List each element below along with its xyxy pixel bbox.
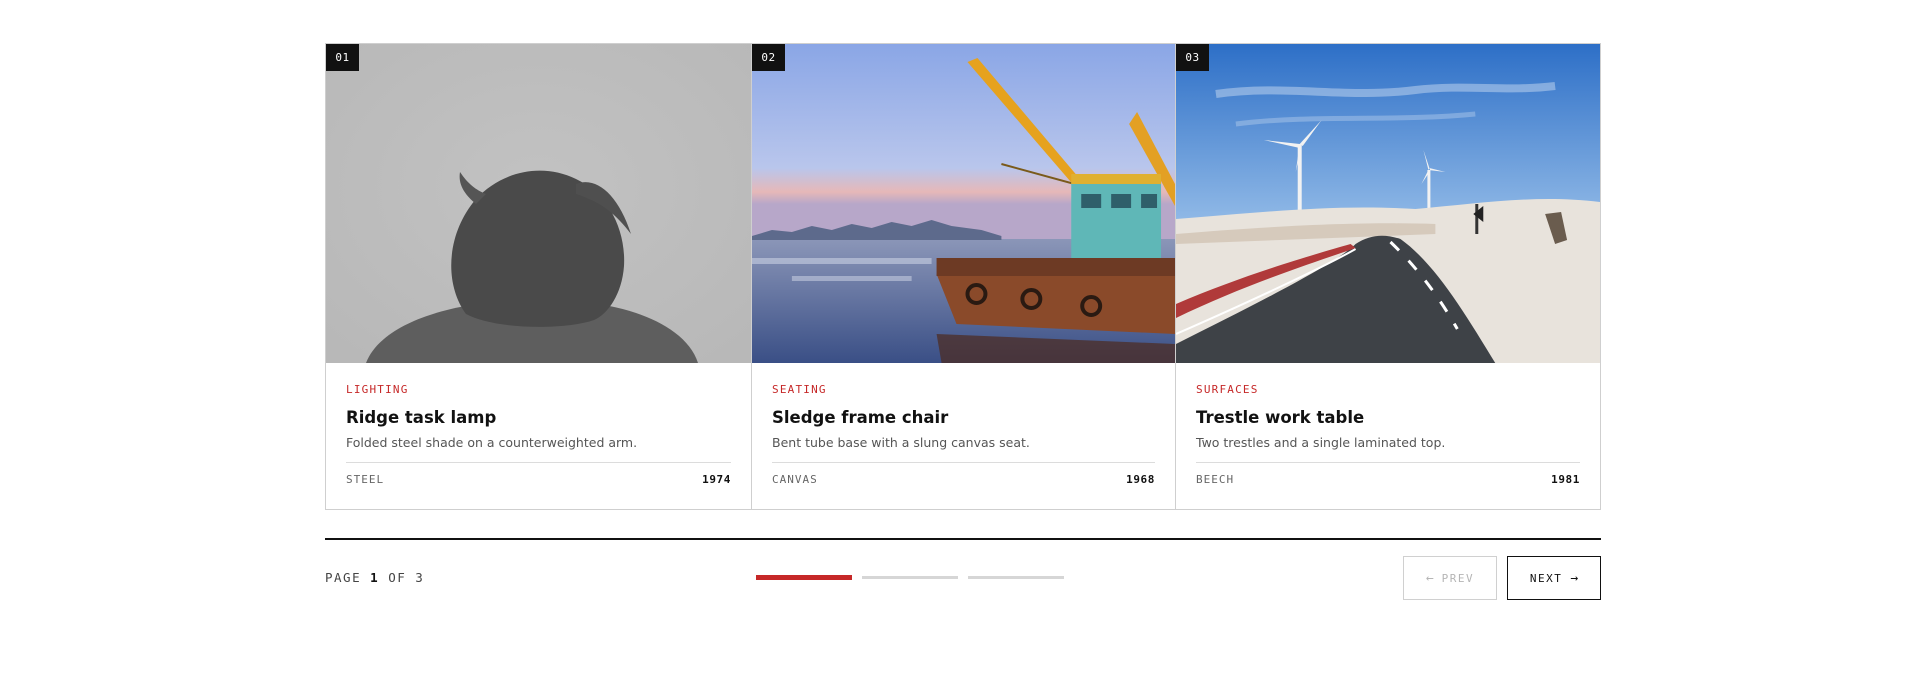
portrait-photo [326, 44, 751, 363]
page-indicator: PAGE 1 OF 3 [325, 556, 424, 600]
windmill-road-photo [1176, 44, 1600, 363]
page-progress-bars [756, 575, 1064, 580]
card-image-harbor: 02 [752, 44, 1175, 363]
card-material: BEECH [1196, 473, 1235, 486]
card-meta: CANVAS 1968 [772, 462, 1155, 486]
card-year: 1968 [1126, 473, 1155, 486]
total-pages: 3 [415, 570, 425, 585]
harbor-crane-photo [752, 44, 1175, 363]
card-body: LIGHTING Ridge task lamp Folded steel sh… [326, 383, 751, 486]
card-year: 1974 [702, 473, 731, 486]
card-grid: 01 LIGHTING Ridge task lamp Folded steel… [325, 43, 1601, 510]
card-title: Ridge task lamp [346, 408, 497, 427]
card-material: CANVAS [772, 473, 818, 486]
product-card[interactable]: 03 SURFACES Trestle work table Two trest… [1175, 44, 1600, 509]
page-label: PAGE [325, 570, 362, 585]
card-meta: BEECH 1981 [1196, 462, 1580, 486]
card-category: SURFACES [1196, 383, 1259, 396]
pagination: PAGE 1 OF 3 ← PREV NEXT → [325, 556, 1601, 600]
prev-button[interactable]: ← PREV [1403, 556, 1497, 600]
product-card[interactable]: 01 LIGHTING Ridge task lamp Folded steel… [326, 44, 751, 509]
page-bar-2[interactable] [862, 576, 958, 579]
next-label: NEXT [1529, 571, 1563, 585]
card-body: SURFACES Trestle work table Two trestles… [1176, 383, 1600, 486]
next-button[interactable]: NEXT → [1507, 556, 1601, 600]
card-material: STEEL [346, 473, 385, 486]
arrow-right-icon: → [1570, 570, 1579, 586]
carousel: 01 LIGHTING Ridge task lamp Folded steel… [325, 43, 1601, 600]
card-year: 1981 [1551, 473, 1580, 486]
card-number: 01 [326, 44, 359, 71]
prev-label: PREV [1441, 571, 1475, 585]
card-category: SEATING [772, 383, 827, 396]
card-title: Sledge frame chair [772, 408, 949, 427]
card-number: 02 [752, 44, 785, 71]
card-image-portrait: 01 [326, 44, 751, 363]
card-description: Folded steel shade on a counterweighted … [346, 435, 638, 450]
divider-rule [325, 538, 1601, 540]
arrow-left-icon: ← [1425, 570, 1434, 586]
card-description: Bent tube base with a slung canvas seat. [772, 435, 1030, 450]
of-label: OF [388, 570, 407, 585]
card-body: SEATING Sledge frame chair Bent tube bas… [752, 383, 1175, 486]
product-card[interactable]: 02 SEATING Sledge frame chair Bent tube … [751, 44, 1175, 509]
card-meta: STEEL 1974 [346, 462, 731, 486]
card-title: Trestle work table [1196, 408, 1365, 427]
card-image-road: 03 [1176, 44, 1600, 363]
current-page: 1 [370, 570, 380, 585]
card-number: 03 [1176, 44, 1209, 71]
page-bar-3[interactable] [968, 576, 1064, 579]
card-category: LIGHTING [346, 383, 409, 396]
page-bar-1[interactable] [756, 575, 852, 580]
card-description: Two trestles and a single laminated top. [1196, 435, 1446, 450]
